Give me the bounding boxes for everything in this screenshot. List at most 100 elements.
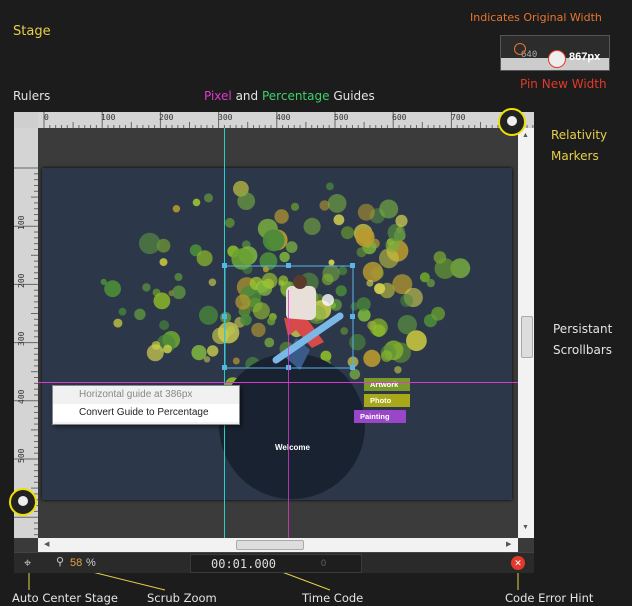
bokeh-dot: [262, 229, 285, 252]
bokeh-dot: [153, 292, 171, 310]
bokeh-dot: [104, 280, 121, 298]
bokeh-dot: [240, 314, 252, 326]
stage[interactable]: Artwork Photo Painting Welcome: [42, 168, 512, 500]
bokeh-dot: [204, 193, 213, 203]
bokeh-dot: [340, 327, 349, 335]
bokeh-dot: [349, 369, 361, 380]
vertical-pixel-guide[interactable]: [288, 290, 289, 538]
bokeh-dot: [350, 302, 359, 311]
timecode-display: 00:01.000 0: [190, 554, 362, 573]
bokeh-dot: [274, 209, 289, 224]
bokeh-dot: [374, 283, 386, 295]
menu-item-horizontal-guide: Horizontal guide at 386px: [79, 389, 193, 400]
relativity-marker-icon: [18, 496, 28, 506]
scroll-right-icon[interactable]: ▶: [506, 540, 511, 548]
horizontal-scrollbar[interactable]: ◀ ▶: [38, 538, 518, 552]
vertical-scrollbar-thumb[interactable]: [521, 316, 533, 358]
bokeh-dot: [267, 317, 276, 326]
bokeh-dot: [303, 217, 321, 235]
vertical-scrollbar[interactable]: ▲ ▼: [518, 128, 534, 538]
relativity-marker-top-right[interactable]: [498, 108, 526, 136]
tag-artwork[interactable]: Artwork: [364, 378, 410, 391]
menu-item-convert-guide[interactable]: Convert Guide to Percentage: [53, 404, 239, 422]
bokeh-dot: [380, 350, 393, 362]
bokeh-dot: [279, 251, 290, 263]
bokeh-dot: [192, 198, 201, 207]
bokeh-dot: [232, 357, 240, 365]
ruler-label: 100: [101, 113, 116, 122]
status-bar: ⌖ ⚲ 58 % 00:01.000 0 ✕: [14, 552, 534, 573]
zoom-value[interactable]: 58: [70, 557, 82, 569]
bokeh-dot: [159, 320, 170, 331]
ruler-label: 500: [334, 113, 349, 122]
bokeh-dot: [335, 285, 347, 297]
bokeh-dot: [419, 272, 430, 283]
bokeh-dot: [327, 194, 347, 213]
bokeh-dot: [400, 294, 414, 307]
ruler-horizontal[interactable]: 0 100 200 300 400 500 600 700: [38, 112, 534, 128]
bokeh-dot: [434, 258, 456, 279]
bokeh-dot: [322, 264, 340, 282]
bokeh-dot: [333, 214, 345, 226]
bokeh-dot: [278, 280, 285, 287]
bokeh-dot: [259, 252, 278, 270]
timecode-value[interactable]: 00:01.000: [211, 557, 276, 571]
bokeh-dot: [369, 318, 388, 337]
bokeh-dot: [159, 258, 168, 267]
ruler-label: 100: [17, 215, 26, 230]
guide-context-menu: Horizontal guide at 386px Convert Guide …: [52, 385, 240, 425]
bokeh-dot: [357, 203, 375, 221]
bokeh-dot: [349, 334, 366, 351]
welcome-label: Welcome: [275, 443, 310, 452]
bokeh-dot: [172, 205, 181, 213]
bokeh-dot: [203, 356, 211, 363]
bokeh-dot: [163, 344, 172, 354]
tag-painting[interactable]: Painting: [354, 410, 406, 423]
bokeh-dot: [235, 294, 251, 310]
ruler-corner: [14, 112, 38, 128]
bokeh-dot: [146, 344, 164, 362]
pin-width-marker-icon[interactable]: [548, 50, 566, 68]
bokeh-dot: [100, 278, 107, 285]
frame-value[interactable]: 0: [321, 558, 326, 568]
bokeh-dot: [172, 285, 186, 300]
bokeh-dot: [356, 247, 367, 258]
code-error-icon[interactable]: ✕: [511, 556, 525, 570]
bokeh-dot: [174, 273, 183, 281]
auto-center-stage-icon[interactable]: ⌖: [24, 555, 31, 571]
scroll-down-icon[interactable]: ▼: [522, 524, 529, 531]
scroll-left-icon[interactable]: ◀: [44, 540, 49, 548]
ruler-vertical[interactable]: 100 200 300 400 500: [14, 128, 38, 538]
bokeh-dot: [379, 199, 399, 219]
bokeh-dot: [285, 241, 298, 253]
bokeh-dot: [212, 327, 229, 345]
bokeh-dot: [113, 318, 123, 328]
original-width-marker-icon: [514, 43, 526, 55]
bokeh-dot: [341, 226, 354, 240]
bokeh-dot: [362, 261, 383, 282]
bokeh-dot: [356, 297, 371, 312]
bokeh-dot: [355, 227, 375, 247]
ruler-label: 300: [17, 331, 26, 346]
scroll-up-icon[interactable]: ▲: [522, 132, 529, 139]
ruler-label: 400: [17, 389, 26, 404]
bokeh-dot: [139, 232, 161, 255]
canvas-area[interactable]: Artwork Photo Painting Welcome: [38, 128, 518, 538]
relativity-marker-icon: [507, 116, 517, 126]
bokeh-dot: [328, 259, 335, 266]
ruler-label: 600: [392, 113, 407, 122]
bokeh-dot: [261, 272, 278, 289]
relativity-marker-bottom-left[interactable]: [9, 488, 37, 516]
horizontal-scrollbar-thumb[interactable]: [236, 540, 304, 550]
bokeh-dot: [237, 192, 256, 210]
bokeh-dot: [326, 182, 334, 191]
bokeh-dot: [251, 322, 266, 338]
tag-photo[interactable]: Photo: [364, 394, 410, 407]
horizontal-pixel-guide[interactable]: [38, 382, 518, 383]
bokeh-dot: [395, 214, 408, 227]
vertical-percentage-guide[interactable]: [224, 128, 225, 538]
ruler-label: 300: [218, 113, 233, 122]
bokeh-dot: [118, 307, 127, 316]
ruler-label: 200: [159, 113, 174, 122]
bokeh-dot: [208, 278, 217, 287]
